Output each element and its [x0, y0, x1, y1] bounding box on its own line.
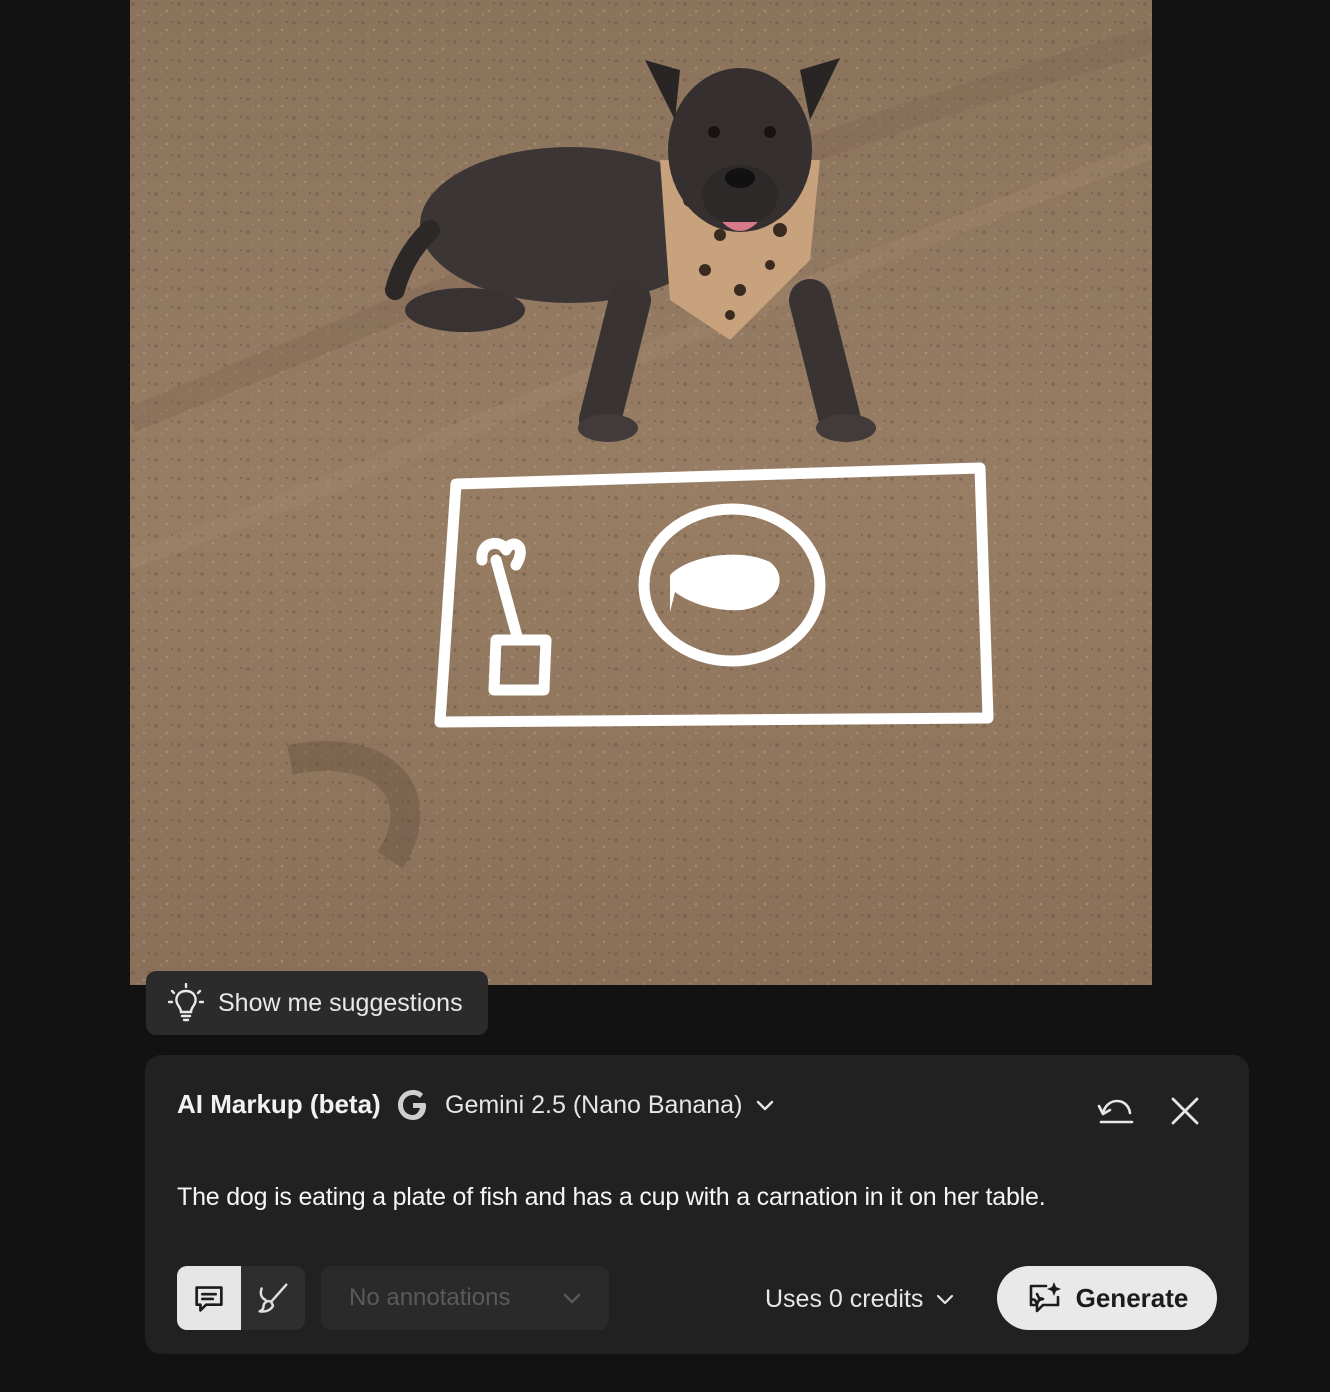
generate-label: Generate — [1075, 1282, 1189, 1313]
show-suggestions-button[interactable]: Show me suggestions — [146, 971, 488, 1035]
annotations-dropdown[interactable]: No annotations — [321, 1266, 609, 1330]
comment-mode-button[interactable] — [177, 1266, 241, 1330]
undo-icon — [1097, 1099, 1134, 1124]
annotations-value: No annotations — [349, 1284, 511, 1311]
comment-icon — [195, 1286, 223, 1312]
chevron-down-icon — [757, 1100, 774, 1111]
chevron-down-icon — [563, 1293, 581, 1304]
mode-toggle — [177, 1266, 305, 1330]
brush-mode-button[interactable] — [241, 1266, 305, 1330]
generate-button[interactable]: Generate — [997, 1266, 1217, 1330]
panel-title: AI Markup (beta) — [177, 1089, 381, 1119]
credits-label: Uses 0 credits — [765, 1284, 924, 1313]
ai-markup-panel: AI Markup (beta) Gemini 2.5 (Nano Banana… — [145, 1055, 1249, 1354]
chevron-down-icon — [937, 1294, 954, 1305]
model-name: Gemini 2.5 (Nano Banana) — [445, 1090, 743, 1119]
close-button[interactable] — [1167, 1093, 1203, 1129]
credits-dropdown[interactable]: Uses 0 credits — [765, 1279, 955, 1319]
canvas-image[interactable] — [130, 0, 1152, 985]
google-g-icon — [398, 1090, 426, 1120]
lightbulb-icon — [168, 983, 204, 1022]
show-suggestions-label: Show me suggestions — [218, 988, 463, 1017]
photo-dog-with-markup — [130, 0, 1152, 985]
sparkle-comment-icon — [1029, 1282, 1061, 1313]
prompt-text[interactable]: The dog is eating a plate of fish and ha… — [177, 1183, 1217, 1212]
brush-icon — [258, 1283, 288, 1313]
close-icon — [1171, 1097, 1199, 1125]
undo-button[interactable] — [1095, 1091, 1137, 1131]
model-dropdown[interactable]: Gemini 2.5 (Nano Banana) — [395, 1083, 776, 1127]
